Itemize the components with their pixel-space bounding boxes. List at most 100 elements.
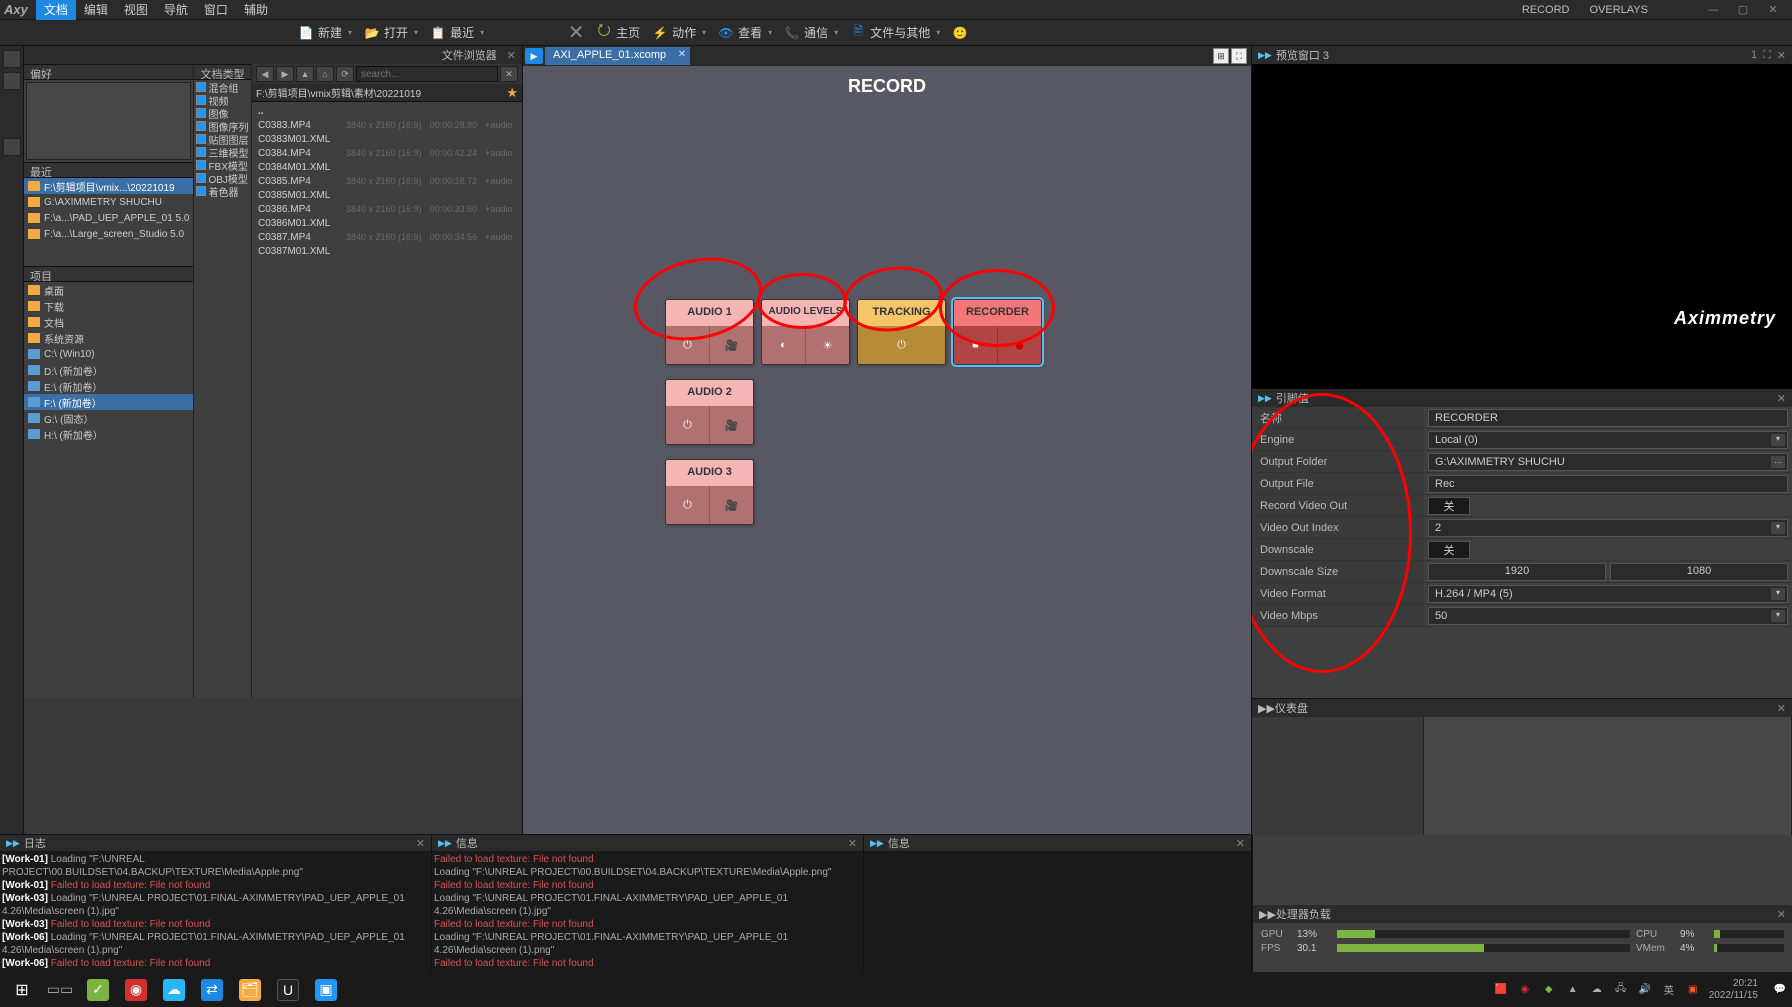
record-btn[interactable]: RECORD <box>1512 2 1580 18</box>
panel-close-icon[interactable]: ✕ <box>1777 908 1786 921</box>
tb-comm[interactable]: 📞通信▾ <box>784 24 838 41</box>
canvas-area[interactable]: AUDIO 1 ⏻🎥 AUDIO LEVELS ◐☀ TRACKING ⏻ RE… <box>541 107 1233 816</box>
browse-icon[interactable]: … <box>1771 456 1785 468</box>
node-audio1[interactable]: AUDIO 1 ⏻🎥 <box>665 299 754 365</box>
tb-view[interactable]: 👁查看▾ <box>718 24 772 41</box>
window-close[interactable]: ✕ <box>1758 3 1788 16</box>
video-format-select[interactable]: H.264 / MP4 (5)▾ <box>1428 585 1788 603</box>
taskbar-clock[interactable]: 20:21 2022/11/15 <box>1709 978 1764 1002</box>
sun-icon[interactable]: ☀ <box>806 326 849 364</box>
panel-close-icon[interactable]: ✕ <box>1777 702 1786 715</box>
taskbar-app[interactable]: 🗂 <box>232 975 268 1005</box>
downscale-width-field[interactable]: 1920 <box>1428 563 1606 581</box>
side-btn-3[interactable] <box>3 138 21 156</box>
power-icon[interactable]: ⏻ <box>666 486 710 524</box>
nav-up-icon[interactable]: ▲ <box>296 66 314 82</box>
project-item[interactable]: G:\ (固态） <box>24 410 193 426</box>
node-tracking[interactable]: TRACKING ⏻ <box>857 299 946 365</box>
file-row[interactable]: C0386M01.XML <box>252 216 522 230</box>
output-folder-field[interactable]: G:\AXIMMETRY SHUCHU… <box>1428 453 1788 471</box>
project-item[interactable]: D:\ (新加卷） <box>24 362 193 378</box>
downscale-toggle[interactable]: 关 <box>1428 541 1470 559</box>
notifications-icon[interactable]: 💬 <box>1772 982 1788 998</box>
type-checkbox[interactable]: 三维模型 <box>194 145 251 158</box>
tb-close[interactable]: ✕ <box>568 25 584 41</box>
project-item[interactable]: 系统资源 <box>24 330 193 346</box>
record-video-toggle[interactable]: 关 <box>1428 497 1470 515</box>
tray-icon[interactable]: ☁ <box>1589 982 1605 998</box>
tray-icon[interactable]: 🟥 <box>1493 982 1509 998</box>
tab-close-icon[interactable]: ✕ <box>678 49 686 60</box>
taskbar-app[interactable]: ◉ <box>118 975 154 1005</box>
play-icon[interactable]: ▶ <box>525 48 543 64</box>
recent-item[interactable]: G:\AXIMMETRY SHUCHU <box>24 194 193 210</box>
camera-icon[interactable]: 🎥 <box>710 326 753 364</box>
log-body[interactable]: Failed to load texture: File not foundLo… <box>432 851 863 992</box>
file-row[interactable]: C0383M01.XML <box>252 132 522 146</box>
tb-new[interactable]: 📄新建▾ <box>298 24 352 41</box>
window-maximize[interactable]: ▢ <box>1728 3 1758 16</box>
power-icon[interactable]: ⏻ <box>666 326 710 364</box>
overlays-btn[interactable]: OVERLAYS <box>1580 2 1659 18</box>
type-checkbox[interactable]: 图像 <box>194 106 251 119</box>
chevron-down-icon[interactable]: ▾ <box>1771 522 1785 534</box>
project-item[interactable]: E:\ (新加卷） <box>24 378 193 394</box>
type-checkbox[interactable]: OBJ模型 <box>194 171 251 184</box>
node-audio2[interactable]: AUDIO 2 ⏻🎥 <box>665 379 754 445</box>
project-item[interactable]: H:\ (新加卷） <box>24 426 193 442</box>
tray-icon[interactable]: 🖧 <box>1613 982 1629 998</box>
tray-icon[interactable]: ▣ <box>1685 982 1701 998</box>
menu-nav[interactable]: 导航 <box>156 0 196 20</box>
preview-close-icon[interactable]: ✕ <box>1777 49 1786 62</box>
file-row[interactable]: C0384.MP43840 x 2160 (16:9)00:00:42.24+a… <box>252 146 522 160</box>
log-body[interactable] <box>864 851 1251 992</box>
taskbar-app[interactable]: ✓ <box>80 975 116 1005</box>
taskbar-app[interactable]: ▣ <box>308 975 344 1005</box>
project-item[interactable]: 下载 <box>24 298 193 314</box>
window-minimize[interactable]: — <box>1698 4 1728 16</box>
chevron-down-icon[interactable]: ▾ <box>1771 588 1785 600</box>
nav-refresh-icon[interactable]: ⟳ <box>336 66 354 82</box>
file-row[interactable]: .. <box>252 104 522 118</box>
camera-icon[interactable]: 🎥 <box>710 486 753 524</box>
downscale-height-field[interactable]: 1080 <box>1610 563 1788 581</box>
power-icon[interactable]: ⏻ <box>666 406 710 444</box>
tb-smiley[interactable]: 🙂 <box>952 25 968 41</box>
search-input[interactable] <box>356 66 498 82</box>
side-btn-1[interactable] <box>3 50 21 68</box>
video-mbps-field[interactable]: 50▾ <box>1428 607 1788 625</box>
tray-icon[interactable]: ◆ <box>1541 982 1557 998</box>
record-icon[interactable]: ● <box>998 326 1041 364</box>
panel-close-icon[interactable]: ✕ <box>416 837 425 850</box>
nav-fwd-icon[interactable]: ▶ <box>276 66 294 82</box>
panel-close-icon[interactable]: ✕ <box>848 837 857 850</box>
node-audio3[interactable]: AUDIO 3 ⏻🎥 <box>665 459 754 525</box>
moon-icon[interactable]: ◐ <box>762 326 806 364</box>
chevron-down-icon[interactable]: ▾ <box>1771 610 1785 622</box>
menu-view[interactable]: 视图 <box>116 0 156 20</box>
power-icon[interactable]: ⏻ <box>858 326 945 364</box>
file-row[interactable]: C0386.MP43840 x 2160 (16:9)00:00:33.60+a… <box>252 202 522 216</box>
project-item[interactable]: C:\ (Win10) <box>24 346 193 362</box>
canvas-tool-2[interactable]: ⛶ <box>1231 48 1247 64</box>
taskbar-app[interactable]: ⇄ <box>194 975 230 1005</box>
file-row[interactable]: C0383.MP43840 x 2160 (16:9)00:00:28.80+a… <box>252 118 522 132</box>
menu-window[interactable]: 窗口 <box>196 0 236 20</box>
tray-icon[interactable]: 🔊 <box>1637 982 1653 998</box>
menu-edit[interactable]: 编辑 <box>76 0 116 20</box>
project-item[interactable]: 桌面 <box>24 282 193 298</box>
recent-item[interactable]: F:\a...\Large_screen_Studio 5.0 <box>24 226 193 242</box>
project-item[interactable]: F:\ (新加卷） <box>24 394 193 410</box>
tray-ime[interactable]: 英 <box>1661 982 1677 998</box>
file-row[interactable]: C0384M01.XML <box>252 160 522 174</box>
side-btn-2[interactable] <box>3 72 21 90</box>
type-checkbox[interactable]: 贴图图层 <box>194 132 251 145</box>
tb-fileother[interactable]: 🗎文件与其他▾ <box>850 24 940 41</box>
task-view-button[interactable]: ▭▭ <box>42 975 78 1005</box>
chevron-down-icon[interactable]: ▾ <box>1771 434 1785 446</box>
stop-icon[interactable]: ■ <box>954 326 998 364</box>
nav-back-icon[interactable]: ◀ <box>256 66 274 82</box>
panel-close-icon[interactable]: ✕ <box>1777 392 1786 405</box>
log-body[interactable]: [Work-01] Loading "F:\UNREAL PROJECT\00.… <box>0 851 431 992</box>
recent-item[interactable]: F:\a...\PAD_UEP_APPLE_01 5.0 <box>24 210 193 226</box>
